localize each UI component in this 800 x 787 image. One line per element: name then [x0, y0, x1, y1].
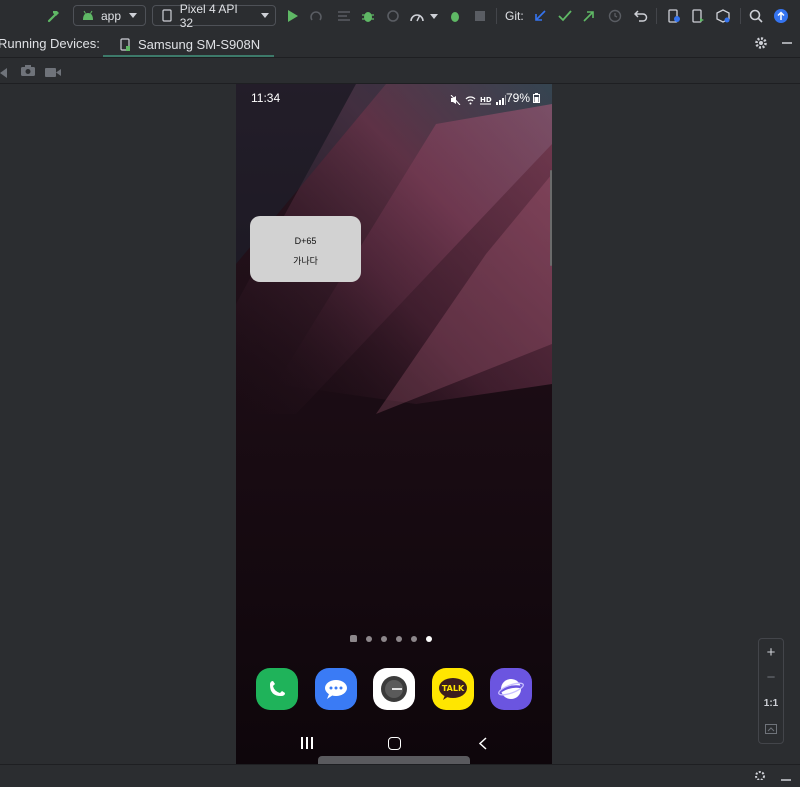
- mute-icon: [450, 92, 461, 110]
- zoom-out-button[interactable]: −: [759, 666, 783, 688]
- battery-level: 79%: [506, 91, 541, 105]
- git-history-clock-icon[interactable]: [607, 0, 623, 32]
- running-devices-title: Running Devices:: [0, 36, 100, 51]
- running-devices-icon[interactable]: [689, 0, 707, 32]
- page-dot-active[interactable]: [426, 635, 432, 642]
- page-dot[interactable]: [411, 635, 417, 642]
- page-dot[interactable]: [366, 635, 372, 642]
- dday-widget[interactable]: D+65 가나다: [250, 216, 361, 282]
- back-button[interactable]: [478, 737, 487, 755]
- widget-title-text: 가나다: [293, 256, 318, 266]
- device-selector-dropdown[interactable]: Pixel 4 API 32: [152, 2, 276, 30]
- internet-app-icon[interactable]: [490, 668, 532, 710]
- ide-toolbar: app Pixel 4 API 32 Git:: [0, 0, 800, 33]
- messages-app-icon[interactable]: [314, 668, 357, 710]
- resize-handle[interactable]: [318, 756, 470, 764]
- gear-icon[interactable]: [754, 36, 768, 55]
- hd-voice-icon: HD: [480, 92, 492, 110]
- apply-changes-icon[interactable]: [308, 0, 324, 32]
- wallpaper: [236, 84, 552, 764]
- stop-icon[interactable]: [472, 0, 488, 32]
- recents-button[interactable]: [301, 737, 313, 749]
- toolbar-divider: [656, 8, 657, 24]
- android-icon: [80, 8, 96, 24]
- chevron-down-icon: [129, 13, 138, 18]
- run-config-label: app: [101, 8, 122, 23]
- toolbar-divider: [740, 8, 741, 24]
- bottom-panel-header: [0, 764, 800, 781]
- home-button[interactable]: [388, 737, 401, 750]
- gear-icon[interactable]: [754, 767, 766, 785]
- svg-text:HD: HD: [480, 96, 492, 104]
- clock-app-icon[interactable]: [373, 668, 415, 710]
- device-selector-label: Pixel 4 API 32: [179, 1, 238, 30]
- status-time: 11:34: [251, 91, 281, 105]
- apply-code-changes-icon[interactable]: [336, 0, 352, 32]
- run-config-dropdown[interactable]: app: [73, 5, 146, 26]
- page-indicator: [350, 635, 432, 642]
- battery-icon: [533, 93, 541, 103]
- chevron-down-icon[interactable]: [428, 0, 440, 32]
- page-dot[interactable]: [381, 635, 387, 642]
- minimize-icon[interactable]: [780, 36, 794, 55]
- widget-dday-text: D+65: [294, 236, 317, 246]
- zoom-in-button[interactable]: +: [759, 641, 783, 663]
- active-tab-indicator: [103, 55, 275, 57]
- update-available-icon[interactable]: [772, 0, 790, 32]
- svg-text:TALK: TALK: [441, 684, 464, 693]
- build-hammer-icon[interactable]: [44, 0, 64, 32]
- device-tab-label: Samsung SM-S908N: [138, 37, 261, 52]
- camera-icon[interactable]: [20, 64, 36, 82]
- back-triangle-icon[interactable]: [0, 65, 8, 83]
- profiler-icon[interactable]: [409, 0, 425, 32]
- minimize-icon[interactable]: [780, 769, 792, 787]
- app-dock: TALK: [256, 668, 532, 710]
- zoom-controls: + − 1:1: [758, 638, 784, 744]
- running-devices-tabbar: Running Devices: Samsung SM-S908N: [0, 32, 800, 58]
- git-commit-check-icon[interactable]: [557, 0, 573, 32]
- wifi-icon: [465, 92, 476, 110]
- kakaotalk-app-icon[interactable]: TALK: [431, 668, 474, 710]
- edge-panel-handle[interactable]: [550, 170, 552, 266]
- device-tab[interactable]: Samsung SM-S908N: [103, 32, 275, 57]
- debug-icon[interactable]: [360, 0, 376, 32]
- search-icon[interactable]: [747, 0, 765, 32]
- device-manager-icon[interactable]: [664, 0, 682, 32]
- git-push-icon[interactable]: [581, 0, 597, 32]
- page-dot[interactable]: [396, 635, 402, 642]
- chevron-down-icon: [261, 13, 269, 18]
- navigation-bar: [236, 728, 552, 758]
- phone-device-icon: [117, 37, 133, 53]
- status-bar: 11:34 HD 79%: [236, 84, 552, 110]
- git-rollback-icon[interactable]: [633, 0, 649, 32]
- home-page-dot[interactable]: [350, 635, 357, 642]
- attach-debugger-icon[interactable]: [385, 0, 401, 32]
- attach-process-bug-icon[interactable]: [447, 0, 463, 32]
- git-update-icon[interactable]: [532, 0, 548, 32]
- toolbar-divider: [496, 8, 497, 24]
- git-label: Git:: [505, 9, 524, 23]
- device-icon: [159, 8, 175, 24]
- signal-icon: [496, 92, 506, 110]
- phone-app-icon[interactable]: [256, 668, 298, 710]
- device-actions-toolbar: [0, 58, 800, 84]
- fit-screen-icon[interactable]: [759, 718, 783, 740]
- run-icon[interactable]: [285, 0, 301, 32]
- battery-percent: 79%: [506, 91, 531, 105]
- phone-screen[interactable]: 11:34 HD 79% D+65 가나다 TALK: [236, 84, 552, 764]
- status-icons: HD: [450, 92, 506, 110]
- sdk-manager-icon[interactable]: [714, 0, 732, 32]
- actual-size-button[interactable]: 1:1: [759, 692, 783, 714]
- screen-record-icon[interactable]: [45, 65, 61, 83]
